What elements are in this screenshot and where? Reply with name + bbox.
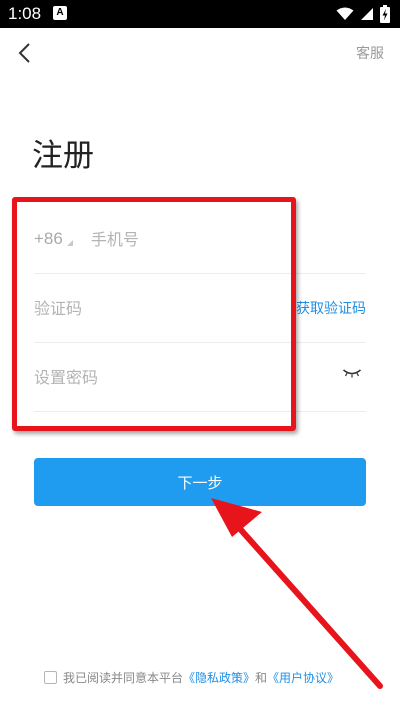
privacy-policy-link[interactable]: 《隐私政策》 [183,669,255,686]
agree-checkbox[interactable] [44,671,57,684]
agreement-conjunction: 和 [255,671,268,685]
country-code-selector[interactable]: +86 [34,229,63,249]
next-step-button[interactable]: 下一步 [34,458,366,506]
verification-code-field: 获取验证码 [34,274,366,343]
agreement-text: 我已阅读并同意本平台 [63,671,184,685]
country-code-dropdown-icon[interactable] [66,240,73,246]
status-bar: 1:08 A [0,0,400,28]
register-form: +86 获取验证码 [34,205,366,412]
customer-service-link[interactable]: 客服 [356,43,384,63]
back-button[interactable] [10,38,38,68]
chevron-left-icon [18,43,30,63]
verification-code-input[interactable] [34,298,234,318]
battery-charging-icon [380,5,390,23]
password-field [34,343,366,412]
password-input[interactable] [34,367,284,387]
agreement-row: 我已阅读并同意本平台 《隐私政策》 和 《用户协议》 [44,669,339,686]
notification-icon: A [53,6,67,20]
page-title: 注册 [32,138,94,174]
eye-closed-icon[interactable] [342,367,362,379]
status-icons [336,4,390,24]
phone-input[interactable] [90,229,291,249]
phone-field: +86 [34,205,366,274]
status-time: 1:08 [8,4,42,23]
signal-icon [361,8,373,20]
get-code-button[interactable]: 获取验证码 [296,298,366,318]
wifi-icon [336,7,354,20]
user-agreement-link[interactable]: 《用户协议》 [267,669,339,686]
